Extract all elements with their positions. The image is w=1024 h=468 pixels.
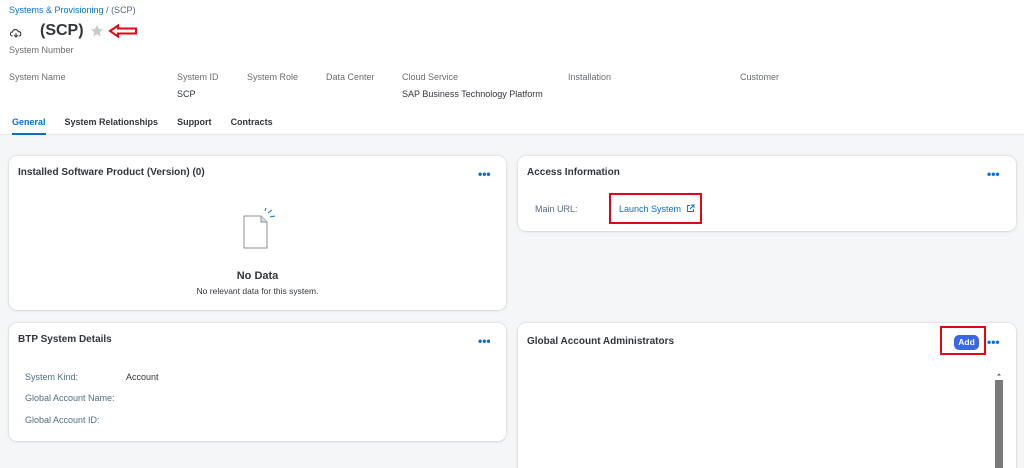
access-information-card: Access Information ••• Main URL: <box>518 156 1016 231</box>
attr-installation-label: Installation <box>568 72 612 82</box>
tab-general[interactable]: General <box>12 112 46 135</box>
global-admins-title: Global Account Administrators <box>527 336 675 347</box>
installed-software-card: Installed Software Product (Version) (0)… <box>9 156 506 310</box>
attr-cloud-service-value: SAP Business Technology Platform <box>402 89 543 99</box>
global-account-name-label: Global Account Name: <box>25 393 115 403</box>
no-data-title: No Data <box>236 270 279 282</box>
scrollbar[interactable] <box>995 380 1003 468</box>
attr-system-id-label: System ID <box>177 72 219 82</box>
cloud-system-icon <box>9 29 22 38</box>
global-account-id-label: Global Account ID: <box>25 415 100 425</box>
access-information-title: Access Information <box>527 167 620 178</box>
title-row: (SCP) <box>9 20 138 42</box>
add-administrator-button[interactable]: Add <box>954 335 979 350</box>
breadcrumb-current: (SCP) <box>111 5 136 15</box>
system-number-label: System Number <box>9 45 74 55</box>
attr-cloud-service-label: Cloud Service <box>402 72 459 82</box>
object-header: Systems & Provisioning / (SCP) (SCP) Sys… <box>0 0 1024 135</box>
breadcrumb-separator: / <box>103 5 112 15</box>
btp-system-details-card: BTP System Details ••• System Kind: Acco… <box>9 323 506 441</box>
launch-system-highlight: Launch System <box>609 193 702 224</box>
attr-data-center-label: Data Center <box>326 72 375 82</box>
tab-system-relationships[interactable]: System Relationships <box>65 112 159 135</box>
system-kind-value: Account <box>126 372 159 382</box>
breadcrumb: Systems & Provisioning / (SCP) <box>9 5 136 15</box>
tab-support[interactable]: Support <box>177 112 212 135</box>
breadcrumb-link-systems[interactable]: Systems & Provisioning <box>9 5 104 15</box>
attr-system-name-label: System Name <box>9 72 66 82</box>
star-icon[interactable] <box>90 24 104 38</box>
no-data-message: No relevant data for this system. <box>196 286 319 296</box>
external-link-icon[interactable] <box>686 204 695 213</box>
page-title: (SCP) <box>40 22 84 39</box>
access-more-button[interactable]: ••• <box>987 168 1000 180</box>
attr-system-role-label: System Role <box>247 72 299 82</box>
attr-system-id-value: SCP <box>177 89 196 99</box>
annotation-arrow-icon <box>107 24 137 38</box>
tab-bar: General System Relationships Support Con… <box>0 112 280 135</box>
installed-more-button[interactable]: ••• <box>478 168 491 180</box>
tab-contracts[interactable]: Contracts <box>231 112 273 135</box>
btp-more-button[interactable]: ••• <box>478 335 491 347</box>
add-button-highlight: Add <box>940 326 986 355</box>
attr-customer-label: Customer <box>740 72 780 82</box>
chevron-up-icon[interactable] <box>995 370 1003 378</box>
document-icon <box>243 208 276 249</box>
admins-more-button[interactable]: ••• <box>987 336 1000 348</box>
launch-system-link[interactable]: Launch System <box>619 204 681 214</box>
system-kind-label: System Kind: <box>25 372 79 382</box>
btp-details-title: BTP System Details <box>18 334 112 345</box>
main-url-label: Main URL: <box>535 204 578 214</box>
installed-software-title: Installed Software Product (Version) (0) <box>18 167 205 178</box>
